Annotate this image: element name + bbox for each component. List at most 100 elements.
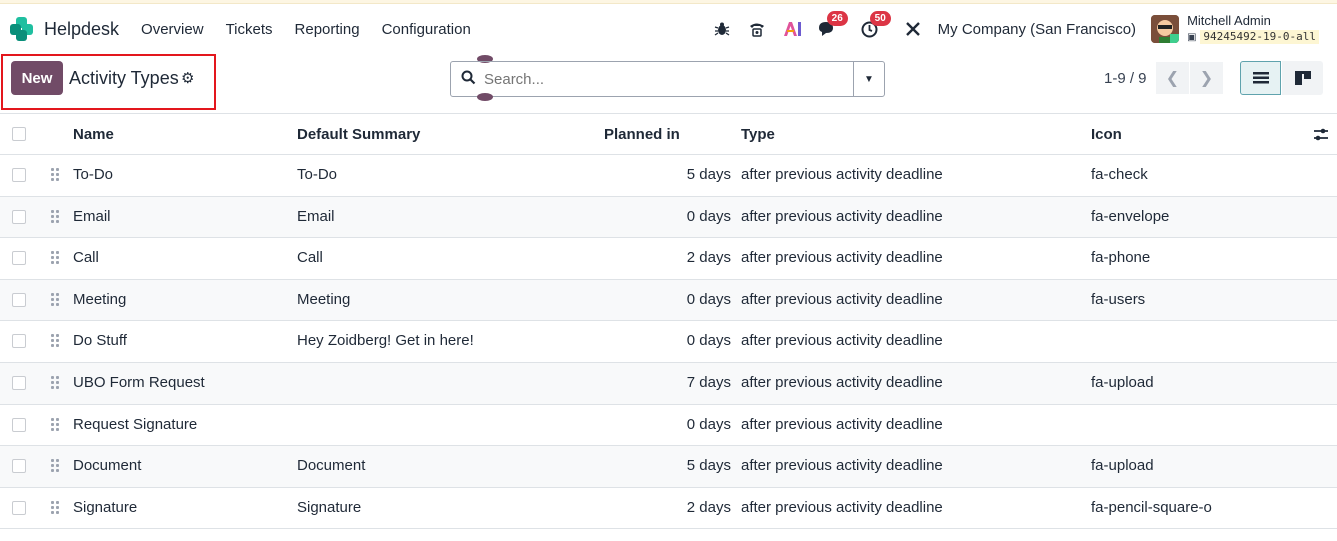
search-bar[interactable]: ▼	[450, 61, 885, 97]
search-input[interactable]	[484, 70, 844, 88]
clock-icon[interactable]: 50	[860, 11, 891, 39]
user-avatar[interactable]	[1151, 15, 1180, 43]
column-default-summary[interactable]: Default Summary	[297, 126, 420, 143]
activities-badge: 50	[869, 11, 891, 26]
table-row[interactable]: Meeting Meeting 0 days after previous ac…	[0, 279, 1337, 322]
row-checkbox[interactable]	[12, 334, 26, 349]
tools-icon[interactable]	[903, 19, 923, 39]
row-checkbox[interactable]	[12, 417, 26, 432]
list-view-icon	[1252, 72, 1269, 84]
menu-overview[interactable]: Overview	[141, 21, 204, 38]
column-name[interactable]: Name	[73, 126, 114, 143]
table-row[interactable]: Call Call 2 days after previous activity…	[0, 238, 1337, 280]
row-checkbox[interactable]	[12, 459, 26, 474]
drag-handle-icon[interactable]	[51, 292, 60, 307]
user-info[interactable]: Mitchell Admin ▣ 94245492-19-0-all	[1187, 12, 1319, 45]
drag-handle-icon[interactable]	[51, 459, 60, 473]
drag-handle-icon[interactable]	[51, 500, 60, 515]
drag-handle-bottom[interactable]	[477, 93, 493, 101]
cell-default-summary: Call	[297, 249, 323, 267]
row-checkbox[interactable]	[12, 251, 26, 266]
cell-type: after previous activity deadline	[741, 498, 943, 516]
row-checkbox[interactable]	[12, 209, 26, 224]
table-row[interactable]: Document Document 5 days after previous …	[0, 446, 1337, 488]
cell-name: Call	[73, 249, 99, 267]
cell-type: after previous activity deadline	[741, 207, 943, 225]
table-row[interactable]: Request Signature 0 days after previous …	[0, 405, 1337, 447]
messages-icon[interactable]: 26	[817, 11, 848, 39]
menu-configuration[interactable]: Configuration	[382, 21, 471, 38]
column-planned-in[interactable]: Planned in	[604, 126, 680, 143]
bug-icon[interactable]	[712, 19, 732, 39]
kanban-view-icon	[1294, 71, 1311, 85]
menu-tickets[interactable]: Tickets	[226, 21, 273, 38]
cell-planned-in: 0 days	[686, 207, 731, 225]
cell-planned-in: 5 days	[686, 166, 731, 183]
drag-handle-icon[interactable]	[51, 251, 60, 265]
table-row[interactable]: Email Email 0 days after previous activi…	[0, 196, 1337, 239]
list-view-button[interactable]	[1240, 61, 1281, 95]
database-icon: ▣	[1187, 31, 1197, 43]
select-all-checkbox[interactable]	[12, 127, 26, 141]
pager-value[interactable]: 1-9 / 9	[1104, 70, 1147, 87]
table-row[interactable]: Do Stuff Hey Zoidberg! Get in here! 0 da…	[0, 321, 1337, 363]
cell-type: after previous activity deadline	[741, 332, 943, 350]
cell-name: To-Do	[73, 166, 114, 183]
cell-name: Request Signature	[73, 415, 198, 433]
column-icon[interactable]: Icon	[1091, 126, 1122, 143]
cell-type: after previous activity deadline	[741, 457, 943, 475]
cell-default-summary: Meeting	[297, 290, 351, 308]
row-checkbox[interactable]	[12, 375, 26, 390]
new-button[interactable]: New	[11, 61, 63, 95]
drag-handle-icon[interactable]	[51, 417, 60, 432]
table-row[interactable]: Signature Signature 2 days after previou…	[0, 488, 1337, 530]
row-checkbox[interactable]	[12, 168, 26, 182]
optional-columns-sliders-icon[interactable]	[1313, 127, 1329, 146]
cell-default-summary: Email	[297, 207, 335, 225]
user-name: Mitchell Admin	[1187, 12, 1271, 28]
page-title: Activity Types	[69, 68, 179, 88]
row-checkbox[interactable]	[12, 500, 26, 515]
cell-type: after previous activity deadline	[741, 373, 943, 391]
cell-planned-in: 5 days	[686, 457, 731, 475]
cell-name: Document	[73, 457, 142, 475]
row-checkbox[interactable]	[12, 292, 26, 307]
cell-default-summary: Document	[297, 457, 366, 475]
cell-icon: fa-phone	[1091, 249, 1151, 267]
table-row[interactable]: UBO Form Request 7 days after previous a…	[0, 362, 1337, 405]
cell-icon: fa-upload	[1091, 373, 1154, 391]
cell-planned-in: 2 days	[686, 249, 731, 267]
cell-name: Meeting	[73, 290, 127, 308]
cell-icon: fa-pencil-square-o	[1091, 498, 1212, 516]
search-options-caret-icon[interactable]: ▼	[853, 62, 884, 96]
table-row[interactable]: To-Do To-Do 5 days after previous activi…	[0, 155, 1337, 197]
cell-name: UBO Form Request	[73, 373, 205, 391]
gear-icon[interactable]: ⚙	[181, 69, 194, 87]
company-switcher[interactable]: My Company (San Francisco)	[938, 21, 1136, 38]
ai-icon[interactable]	[782, 19, 802, 39]
cell-name: Do Stuff	[73, 332, 127, 350]
cell-default-summary: Signature	[297, 498, 362, 516]
drag-handle-icon[interactable]	[51, 375, 60, 390]
drag-handle-icon[interactable]	[51, 209, 60, 224]
drag-handle-icon[interactable]	[51, 334, 60, 348]
cell-type: after previous activity deadline	[741, 249, 943, 267]
drag-handle-icon[interactable]	[51, 168, 60, 182]
app-name: Helpdesk	[44, 18, 120, 39]
kanban-view-button[interactable]	[1282, 61, 1323, 95]
cell-icon: fa-envelope	[1091, 207, 1170, 225]
pager-next-icon[interactable]: ❯	[1190, 62, 1223, 94]
cell-planned-in: 7 days	[686, 373, 731, 391]
app-brand[interactable]: Helpdesk	[10, 17, 141, 41]
cell-default-summary: To-Do	[297, 166, 338, 183]
cell-planned-in: 2 days	[686, 498, 731, 516]
menu-reporting[interactable]: Reporting	[295, 21, 360, 38]
search-icon	[461, 70, 476, 88]
cell-type: after previous activity deadline	[741, 290, 943, 308]
phone-icon[interactable]	[747, 19, 767, 39]
cell-planned-in: 0 days	[686, 290, 731, 308]
pager-previous-icon[interactable]: ❮	[1156, 62, 1189, 94]
column-type[interactable]: Type	[741, 126, 775, 143]
table-header: Name Default Summary Planned in Type Ico…	[0, 113, 1337, 155]
cell-name: Signature	[73, 498, 138, 516]
